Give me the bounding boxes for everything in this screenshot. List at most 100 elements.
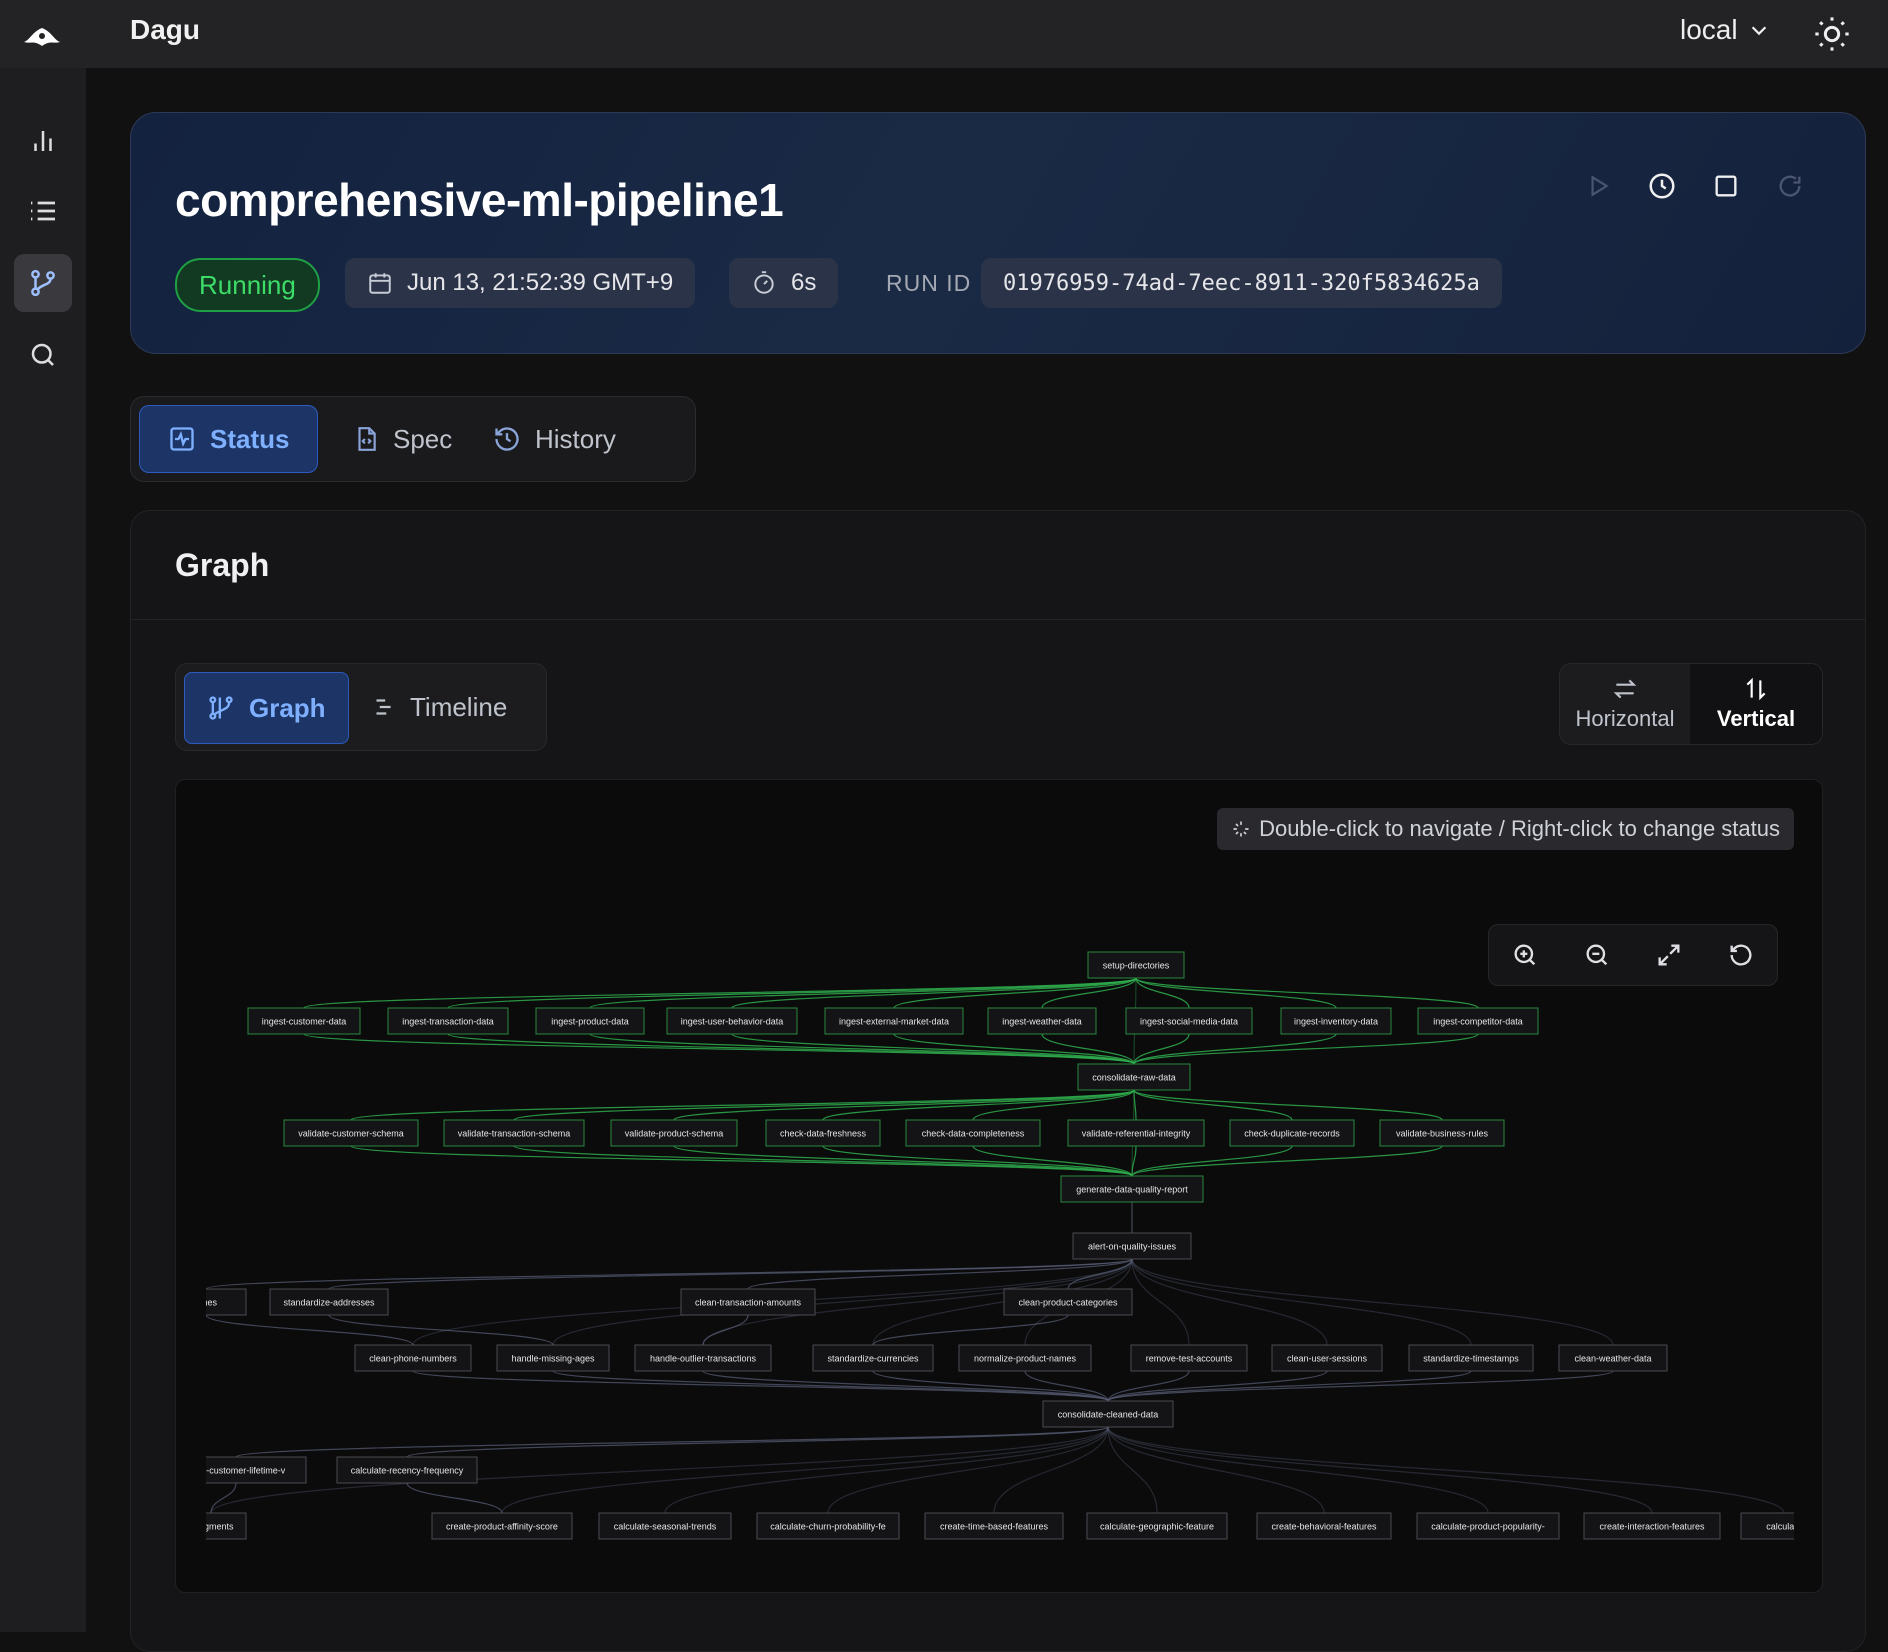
graph-node[interactable]: ingest-inventory-data [1280,1007,1392,1035]
graph-node-box[interactable] [387,1007,509,1035]
graph-node[interactable]: calculate-product-popularity- [1416,1512,1560,1540]
graph-node-box[interactable] [1130,1344,1248,1372]
graph-node-box[interactable] [1256,1512,1392,1540]
graph-node-box[interactable] [610,1119,738,1147]
graph-node[interactable]: standardize-addresses [269,1288,389,1316]
graph-node[interactable]: standardize-currencies [812,1344,934,1372]
horizontal-button[interactable]: Horizontal [1560,664,1690,744]
graph-node[interactable]: check-data-completeness [905,1119,1041,1147]
graph-node-box[interactable] [958,1344,1092,1372]
tab-spec[interactable]: Spec [325,405,480,473]
graph-node[interactable]: ingest-transaction-data [387,1007,509,1035]
graph-node-box[interactable] [269,1288,389,1316]
stop-button[interactable] [1705,165,1747,207]
nav-search[interactable] [14,326,72,384]
graph-node-box[interactable] [496,1344,610,1372]
graph-node[interactable]: clean-transaction-amounts [680,1288,816,1316]
sun-icon[interactable] [1812,14,1852,54]
graph-node[interactable]: validate-referential-integrity [1067,1119,1205,1147]
graph-node[interactable]: consolidate-raw-data [1077,1063,1191,1091]
graph-node-box[interactable] [1417,1007,1539,1035]
graph-node[interactable]: check-duplicate-records [1229,1119,1355,1147]
graph-node-box[interactable] [680,1288,816,1316]
graph-node-box[interactable] [987,1007,1097,1035]
graph-node-box[interactable] [1583,1512,1721,1540]
zoom-in-button[interactable] [1505,935,1545,975]
graph-node[interactable]: calculate [1740,1512,1822,1540]
graph-node-box[interactable] [354,1344,472,1372]
graph-node-box[interactable] [1280,1007,1392,1035]
graph-node[interactable]: calculate-seasonal-trends [598,1512,732,1540]
graph-node-box[interactable] [824,1007,964,1035]
graph-node-box[interactable] [598,1512,732,1540]
retry-button[interactable] [1769,165,1811,207]
graph-node-box[interactable] [176,1288,247,1316]
graph-node-box[interactable] [535,1007,645,1035]
reset-view-button[interactable] [1721,935,1761,975]
tab-status[interactable]: Status [139,405,319,473]
graph-node[interactable]: calculate-recency-frequency [336,1456,478,1484]
graph-node[interactable]: handle-outlier-transactions [634,1344,772,1372]
graph-canvas[interactable]: Double-click to navigate / Right-click t… [175,779,1823,1593]
graph-node[interactable]: validate-customer-schema [283,1119,419,1147]
graph-node-box[interactable] [1379,1119,1505,1147]
graph-node[interactable]: create-time-based-features [924,1512,1064,1540]
tab-graph-view[interactable]: Graph [184,672,349,744]
graph-node-box[interactable] [431,1512,573,1540]
graph-node-box[interactable] [1229,1119,1355,1147]
graph-node[interactable]: ingest-external-market-data [824,1007,964,1035]
graph-node-box[interactable] [176,1512,247,1540]
graph-node[interactable]: ingest-competitor-data [1417,1007,1539,1035]
graph-node-box[interactable] [1042,1400,1174,1428]
graph-node[interactable]: ingest-product-data [535,1007,645,1035]
graph-node-box[interactable] [247,1007,361,1035]
nav-dashboard[interactable] [14,112,72,170]
graph-node[interactable]: remove-test-accounts [1130,1344,1248,1372]
graph-node[interactable]: normalize-product-names [958,1344,1092,1372]
dagu-logo-icon[interactable] [20,18,64,52]
graph-node-box[interactable] [666,1007,798,1035]
app-name[interactable]: Dagu [130,14,200,46]
dag-graph[interactable]: setup-directories ingest-customer-data ing… [176,780,1822,1592]
graph-node-box[interactable] [1072,1232,1192,1260]
graph-node[interactable]: ulate-customer-lifetime-v [176,1456,307,1484]
graph-node[interactable]: handle-missing-ages [496,1344,610,1372]
schedule-button[interactable] [1641,165,1683,207]
graph-node[interactable]: validate-business-rules [1379,1119,1505,1147]
graph-node[interactable]: create-product-affinity-score [431,1512,573,1540]
graph-node[interactable]: standardize-timestamps [1408,1344,1534,1372]
graph-node-box[interactable] [1060,1175,1204,1203]
graph-node-box[interactable] [756,1512,900,1540]
start-button[interactable] [1577,165,1619,207]
graph-node-box[interactable] [905,1119,1041,1147]
graph-node-box[interactable] [283,1119,419,1147]
graph-node[interactable]: calculate-geographic-feature [1086,1512,1228,1540]
graph-node-box[interactable] [924,1512,1064,1540]
graph-node-box[interactable] [1003,1288,1133,1316]
graph-node[interactable]: create-behavioral-features [1256,1512,1392,1540]
graph-node[interactable]: consolidate-cleaned-data [1042,1400,1174,1428]
zoom-out-button[interactable] [1577,935,1617,975]
tab-timeline-view[interactable]: Timeline [348,672,529,742]
graph-node-box[interactable] [176,1456,307,1484]
nav-dag-runs[interactable] [14,254,72,312]
graph-node[interactable]: create-interaction-features [1583,1512,1721,1540]
graph-node[interactable]: clean-weather-data [1558,1344,1668,1372]
environment-selector[interactable]: local [1680,14,1770,46]
graph-node-box[interactable] [765,1119,881,1147]
graph-node-box[interactable] [1416,1512,1560,1540]
graph-node-box[interactable] [1067,1119,1205,1147]
run-id-chip[interactable]: 01976959-74ad-7eec-8911-320f5834625a [981,258,1502,308]
graph-node-box[interactable] [1740,1512,1822,1540]
graph-node[interactable]: validate-transaction-schema [443,1119,585,1147]
nav-dag-list[interactable] [14,182,72,240]
fit-view-button[interactable] [1649,935,1689,975]
graph-node[interactable]: alert-on-quality-issues [1072,1232,1192,1260]
graph-node-box[interactable] [1125,1007,1253,1035]
graph-node[interactable]: clean-user-sessions [1271,1344,1383,1372]
graph-node[interactable]: generate-data-quality-report [1060,1175,1204,1203]
graph-node[interactable]: r-segments [176,1512,247,1540]
tab-history[interactable]: History [465,405,644,473]
graph-node-box[interactable] [1087,951,1185,979]
graph-node-box[interactable] [1271,1344,1383,1372]
